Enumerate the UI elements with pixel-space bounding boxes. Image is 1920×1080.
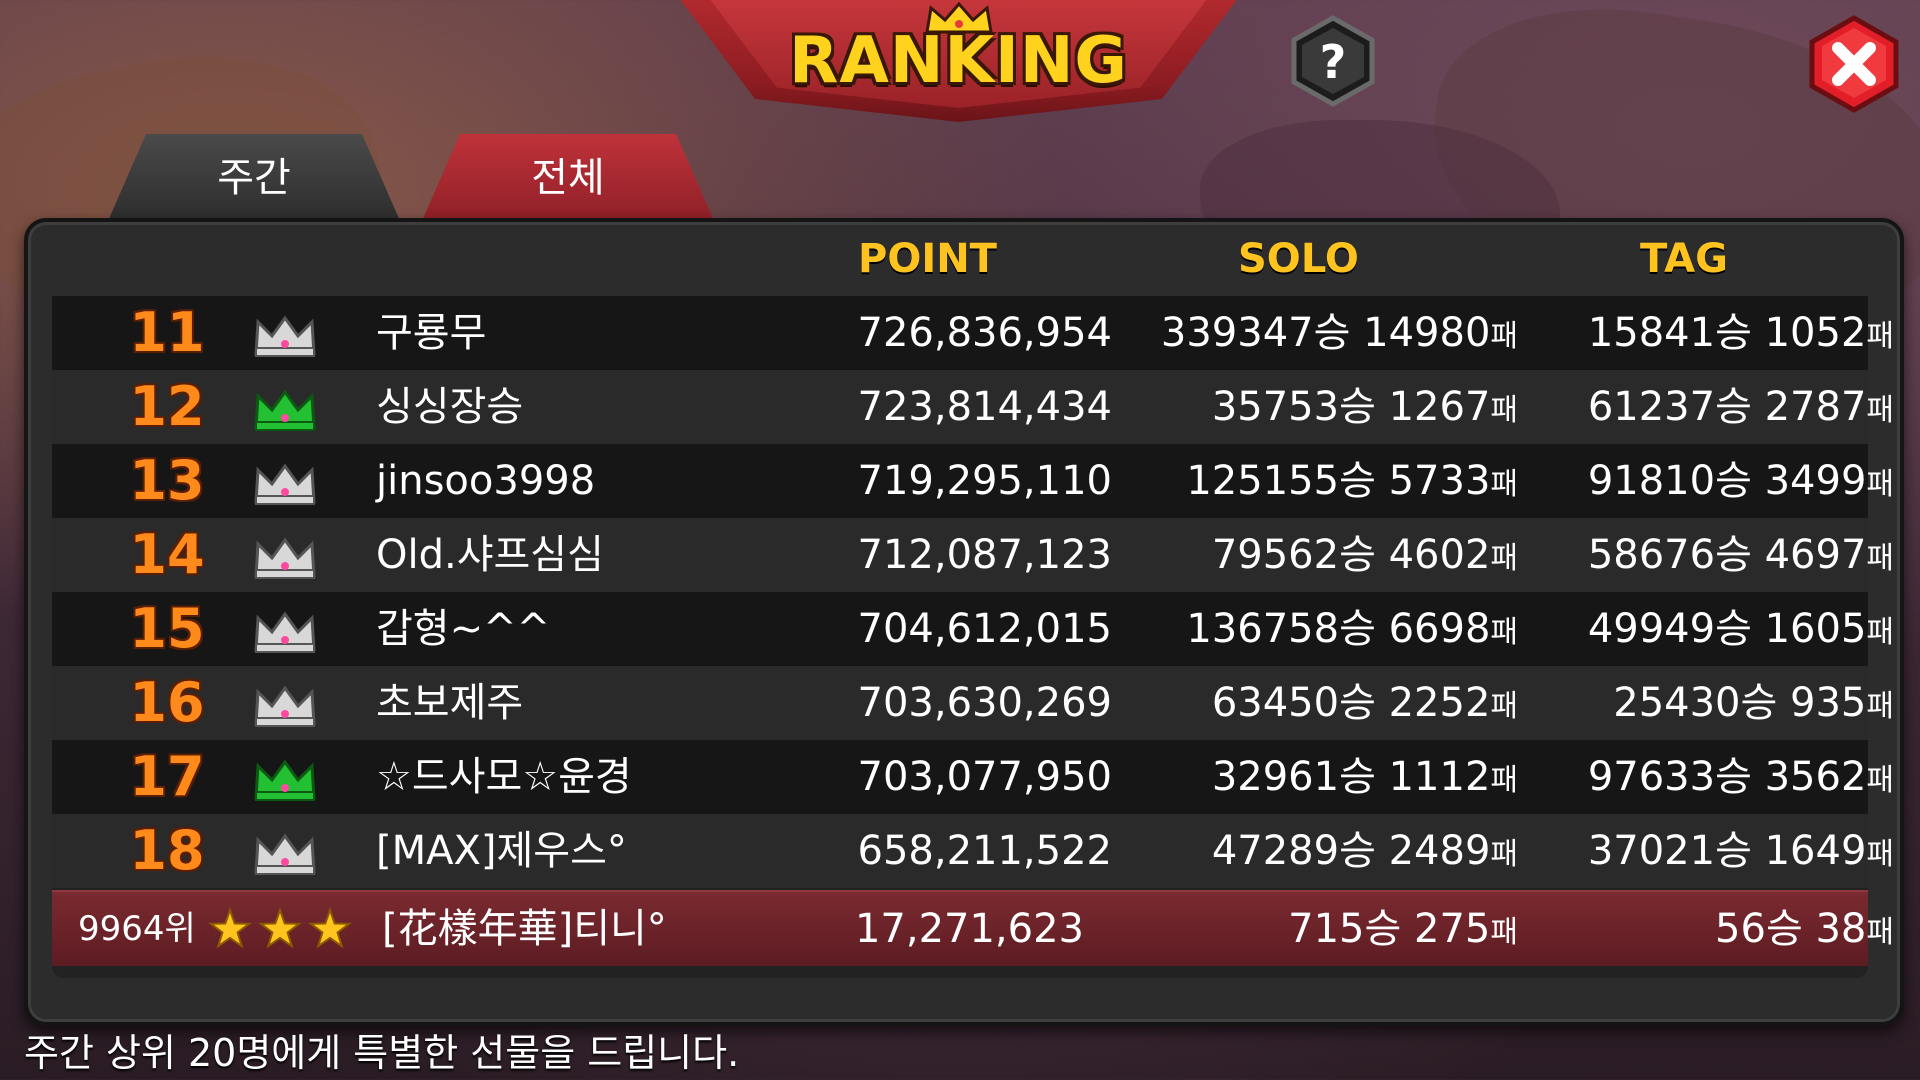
- solo-record: 63450승 2252패: [1211, 680, 1518, 726]
- crown-icon: [252, 606, 318, 653]
- table-row[interactable]: 13 jinsoo3998 719,295,110 125155승 5733패 9181…: [52, 444, 1894, 518]
- player-name: 구룡무: [376, 310, 487, 356]
- crown-icon: [252, 680, 318, 727]
- solo-record: 32961승 1112패: [1211, 754, 1518, 800]
- rank-stars: [208, 904, 358, 954]
- point-value: 723,814,434: [857, 384, 1112, 430]
- tab-weekly[interactable]: 주간: [104, 134, 404, 230]
- crown-icon: [252, 310, 318, 357]
- column-header-point: POINT: [858, 236, 997, 282]
- my-player-name: [花樣年華]티니°: [382, 906, 667, 952]
- table-row[interactable]: 12 싱싱장승 723,814,434 35753승 1267패 61237승 2787…: [52, 370, 1894, 444]
- tag-record: 49949승 1605패: [1587, 606, 1894, 652]
- point-value: 658,211,522: [857, 828, 1112, 874]
- tab-all[interactable]: 전체: [418, 134, 718, 230]
- rank-number: 18: [129, 819, 205, 882]
- table-row[interactable]: 18 [MAX]제우스° 658,211,522 47289승 2489패 37021승…: [52, 814, 1894, 888]
- footer-notice: 주간 상위 20명에게 특별한 선물을 드립니다.: [24, 1031, 740, 1075]
- point-value: 726,836,954: [857, 310, 1112, 356]
- tag-record: 91810승 3499패: [1587, 458, 1894, 504]
- solo-record: 35753승 1267패: [1211, 384, 1518, 430]
- table-row[interactable]: 16 초보제주 703,630,269 63450승 2252패 25430승 935패: [52, 666, 1894, 740]
- point-value: 719,295,110: [857, 458, 1112, 504]
- player-name: 싱싱장승: [376, 384, 524, 430]
- rank-number: 16: [129, 671, 205, 734]
- rank-number: 13: [129, 449, 205, 512]
- rank-number: 17: [129, 745, 205, 808]
- star-icon: [208, 906, 252, 949]
- player-name: jinsoo3998: [376, 458, 596, 504]
- rank-number: 11: [129, 301, 205, 364]
- player-name: Old.샤프심심: [376, 532, 604, 578]
- point-value: 703,630,269: [857, 680, 1112, 726]
- tag-record: 97633승 3562패: [1587, 754, 1894, 800]
- solo-record: 47289승 2489패: [1211, 828, 1518, 874]
- tag-record: 58676승 4697패: [1587, 532, 1894, 578]
- tag-record: 25430승 935패: [1613, 680, 1894, 726]
- star-icon: [258, 906, 302, 949]
- rank-number: 14: [129, 523, 205, 586]
- my-solo-record: 715승 275패: [1288, 906, 1518, 952]
- column-header-solo: SOLO: [1238, 236, 1359, 282]
- close-button[interactable]: [1804, 14, 1904, 114]
- column-header-tag: TAG: [1640, 236, 1728, 282]
- table-row[interactable]: 15 갑형~^^ 704,612,015 136758승 6698패 49949승 16…: [52, 592, 1894, 666]
- crown-icon: [252, 384, 318, 431]
- player-name: 갑형~^^: [376, 606, 551, 652]
- table-row[interactable]: 11 구룡무 726,836,954 339347승 14980패 15841승 105…: [52, 296, 1894, 370]
- solo-record: 79562승 4602패: [1211, 532, 1518, 578]
- help-icon: ?: [1320, 35, 1347, 89]
- my-rank-row: 9964위 [花樣年華]티니° 17,271,623 715승 275패 56승 38패: [52, 890, 1894, 966]
- tag-record: 15841승 1052패: [1587, 310, 1894, 356]
- player-name: 초보제주: [376, 680, 524, 726]
- my-tag-record: 56승 38패: [1715, 906, 1894, 952]
- crown-icon: [252, 754, 318, 801]
- rank-number: 15: [129, 597, 205, 660]
- point-value: 712,087,123: [857, 532, 1112, 578]
- solo-record: 136758승 6698패: [1186, 606, 1518, 652]
- crown-icon: [252, 458, 318, 505]
- star-icon: [308, 906, 352, 949]
- crown-icon: [252, 532, 318, 579]
- table-row[interactable]: 17 ☆드사모☆윤경 703,077,950 32961승 1112패 97633승 3…: [52, 740, 1894, 814]
- solo-record: 125155승 5733패: [1186, 458, 1518, 504]
- tag-record: 37021승 1649패: [1587, 828, 1894, 874]
- table-row[interactable]: 14 Old.샤프심심 712,087,123 79562승 4602패 58676승 …: [52, 518, 1894, 592]
- my-rank: 9964위: [78, 909, 196, 949]
- rank-number: 12: [129, 375, 205, 438]
- tag-record: 61237승 2787패: [1587, 384, 1894, 430]
- help-button[interactable]: ?: [1286, 14, 1380, 108]
- solo-record: 339347승 14980패: [1160, 310, 1518, 356]
- crown-icon: [252, 828, 318, 875]
- title-banner: RANKING: [676, 0, 1241, 122]
- player-name: ☆드사모☆윤경: [376, 754, 632, 800]
- player-name: [MAX]제우스°: [376, 828, 627, 874]
- my-point-value: 17,271,623: [854, 906, 1084, 952]
- point-value: 703,077,950: [857, 754, 1112, 800]
- page-title: RANKING: [789, 24, 1128, 98]
- point-value: 704,612,015: [857, 606, 1112, 652]
- ranking-list[interactable]: 11 구룡무 726,836,954 339347승 14980패 15841승 105…: [52, 296, 1894, 978]
